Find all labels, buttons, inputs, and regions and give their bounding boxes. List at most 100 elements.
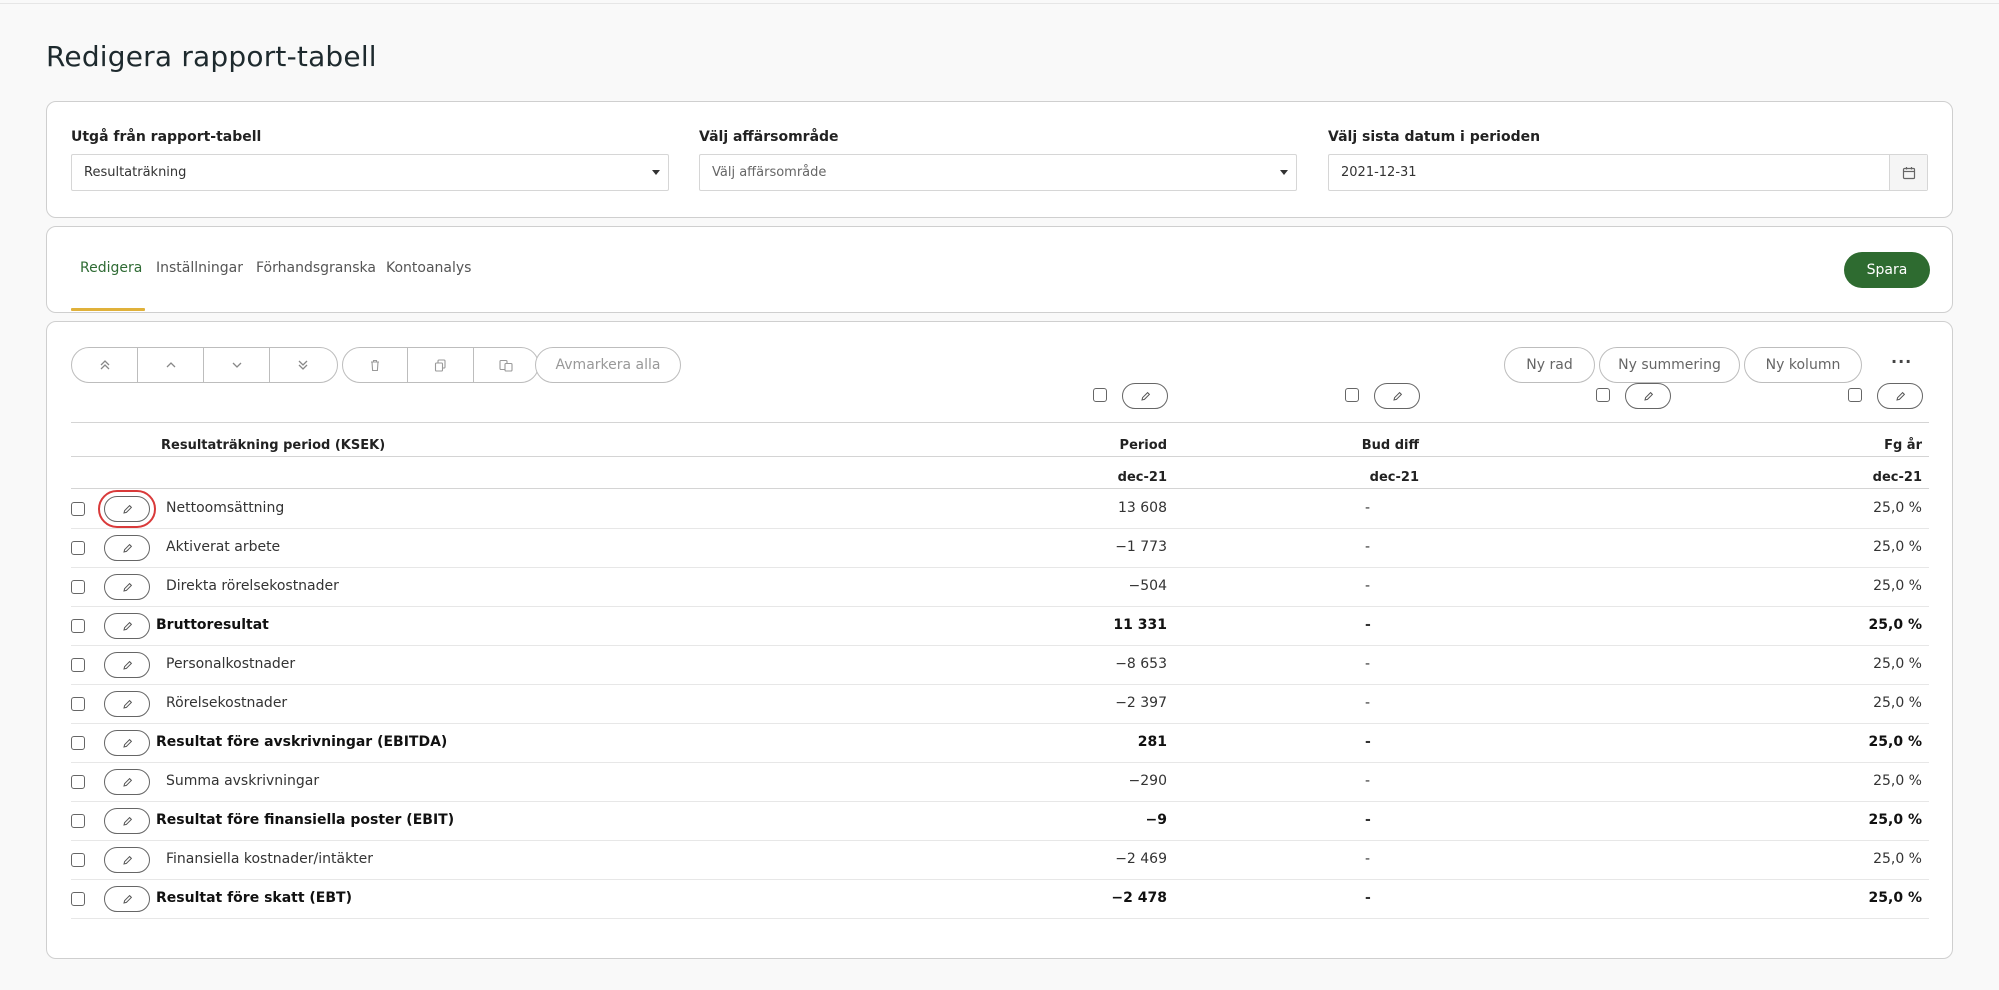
edit-column-button[interactable] <box>1625 383 1671 409</box>
cell-bud-diff: - <box>1365 500 1371 516</box>
cell-fg-ar: 25,0 % <box>1873 851 1922 867</box>
edit-row-button[interactable] <box>104 535 150 561</box>
cell-fg-ar: 25,0 % <box>1873 656 1922 672</box>
tab-forhandsgranska[interactable]: Förhandsgranska <box>256 260 376 276</box>
business-area-field: Välj affärsområde Välj affärsområde <box>699 129 1297 191</box>
row-label: Resultat före skatt (EBT) <box>156 890 352 906</box>
row-label: Summa avskrivningar <box>166 773 320 789</box>
cell-fg-ar: 25,0 % <box>1873 578 1922 594</box>
move-top-button[interactable] <box>72 348 138 382</box>
row-checkbox[interactable] <box>71 580 85 594</box>
row-checkbox[interactable] <box>71 502 85 516</box>
tab-installningar[interactable]: Inställningar <box>156 260 243 276</box>
paste-button[interactable] <box>474 348 538 382</box>
cell-period: −290 <box>1128 773 1167 789</box>
row-checkbox[interactable] <box>71 658 85 672</box>
row-label: Rörelsekostnader <box>166 695 288 711</box>
cell-period: −1 773 <box>1115 539 1167 555</box>
new-row-button[interactable]: Ny rad <box>1504 347 1595 383</box>
row-divider <box>71 645 1929 646</box>
column-checkbox[interactable] <box>1596 388 1610 402</box>
chevron-down-icon <box>232 362 241 368</box>
cell-fg-ar: 25,0 % <box>1873 695 1922 711</box>
row-checkbox[interactable] <box>71 541 85 555</box>
row-checkbox[interactable] <box>71 853 85 867</box>
edit-column-button[interactable] <box>1122 383 1168 409</box>
save-button[interactable]: Spara <box>1844 252 1930 288</box>
row-checkbox[interactable] <box>71 892 85 906</box>
source-table-field: Utgå från rapport-tabell Resultaträkning <box>71 129 669 191</box>
edit-row-button[interactable] <box>104 769 150 795</box>
edit-column-button[interactable] <box>1877 383 1923 409</box>
tab-redigera[interactable]: Redigera <box>80 260 142 276</box>
column-checkbox[interactable] <box>1848 388 1862 402</box>
row-label: Direkta rörelsekostnader <box>166 578 339 594</box>
tab-kontoanalys[interactable]: Kontoanalys <box>386 260 471 276</box>
row-divider <box>71 918 1929 919</box>
column-checkbox[interactable] <box>1345 388 1359 402</box>
pencil-icon <box>122 660 132 670</box>
deselect-all-button[interactable]: Avmarkera alla <box>535 347 681 383</box>
cell-period: −8 653 <box>1115 656 1167 672</box>
move-down-button[interactable] <box>204 348 270 382</box>
edit-row-button[interactable] <box>104 574 150 600</box>
row-checkbox[interactable] <box>71 697 85 711</box>
cell-fg-ar: 25,0 % <box>1873 539 1922 555</box>
edit-row-button[interactable] <box>98 490 156 528</box>
table-divider <box>71 488 1929 489</box>
row-checkbox[interactable] <box>71 619 85 633</box>
row-label: Personalkostnader <box>166 656 296 672</box>
cell-fg-ar: 25,0 % <box>1868 617 1922 633</box>
cell-period: −2 478 <box>1111 890 1167 906</box>
pencil-icon <box>122 738 132 748</box>
row-checkbox[interactable] <box>71 814 85 828</box>
new-column-button[interactable]: Ny kolumn <box>1744 347 1862 383</box>
cell-period: 281 <box>1137 734 1167 750</box>
pencil-icon <box>122 582 132 592</box>
top-divider <box>0 3 1999 4</box>
edit-row-button[interactable] <box>104 691 150 717</box>
cell-fg-ar: 25,0 % <box>1873 500 1922 516</box>
pencil-icon <box>122 504 132 514</box>
new-sum-button[interactable]: Ny summering <box>1599 347 1740 383</box>
edit-column-button[interactable] <box>1374 383 1420 409</box>
row-checkbox[interactable] <box>71 775 85 789</box>
edit-row-button[interactable] <box>104 886 150 912</box>
edit-row-button[interactable] <box>104 847 150 873</box>
row-divider <box>71 879 1929 880</box>
pencil-icon <box>122 543 132 553</box>
calendar-icon <box>1902 166 1915 179</box>
copy-button[interactable] <box>408 348 474 382</box>
delete-button[interactable] <box>343 348 409 382</box>
pencil-icon <box>122 699 132 709</box>
table-divider <box>71 456 1929 457</box>
edit-row-button[interactable] <box>104 613 150 639</box>
row-header-label: Resultaträkning period (KSEK) <box>161 438 386 453</box>
move-bottom-button[interactable] <box>270 348 335 382</box>
edit-row-button[interactable] <box>104 730 150 756</box>
source-table-select[interactable]: Resultaträkning <box>71 154 669 191</box>
filters-panel: Utgå från rapport-tabell Resultaträkning… <box>46 101 1953 218</box>
column-subheader-bud-diff: dec-21 <box>1369 470 1419 485</box>
row-checkbox[interactable] <box>71 736 85 750</box>
cell-period: 11 331 <box>1113 617 1167 633</box>
pencil-icon <box>122 621 132 631</box>
cell-fg-ar: 25,0 % <box>1868 734 1922 750</box>
row-label: Resultat före avskrivningar (EBITDA) <box>156 734 448 750</box>
column-subheader-period: dec-21 <box>1117 470 1167 485</box>
tabs-panel: Redigera Inställningar Förhandsgranska K… <box>46 226 1953 313</box>
pencil-icon <box>1392 391 1402 401</box>
cell-fg-ar: 25,0 % <box>1873 773 1922 789</box>
end-date-input[interactable]: 2021-12-31 <box>1328 154 1928 191</box>
more-options-button[interactable]: ··· <box>1891 352 1912 371</box>
edit-row-button[interactable] <box>104 808 150 834</box>
cell-period: −504 <box>1128 578 1167 594</box>
move-up-button[interactable] <box>138 348 204 382</box>
pencil-icon <box>1643 391 1653 401</box>
chevrons-down-icon <box>298 360 307 370</box>
column-checkbox[interactable] <box>1093 388 1107 402</box>
edit-row-button[interactable] <box>104 652 150 678</box>
calendar-button[interactable] <box>1889 155 1927 190</box>
business-area-select[interactable]: Välj affärsområde <box>699 154 1297 191</box>
cell-bud-diff: - <box>1365 656 1371 672</box>
